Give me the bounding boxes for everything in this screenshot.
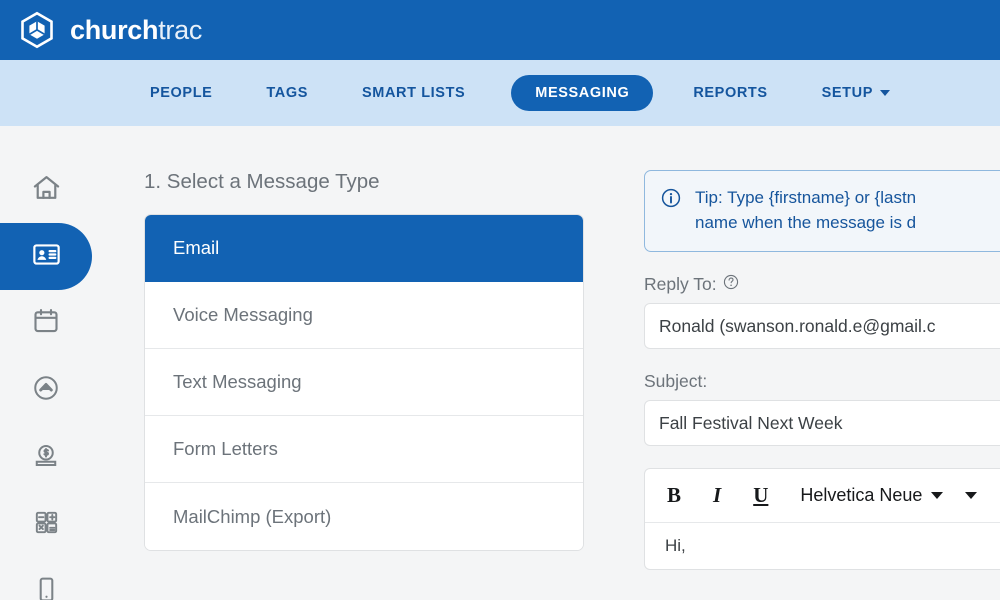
nav-label: SETUP	[821, 85, 873, 101]
nav-item-people[interactable]: PEOPLE	[150, 85, 212, 101]
font-family-dropdown[interactable]: Helvetica Neue	[800, 485, 944, 506]
subject-input[interactable]: Fall Festival Next Week	[644, 400, 1000, 447]
mobile-device-icon	[32, 575, 61, 600]
list-item-text-messaging[interactable]: Text Messaging	[145, 349, 583, 416]
brand-name-bold: church	[70, 14, 159, 45]
list-item-label: Voice Messaging	[173, 304, 313, 325]
sidebar-item-home[interactable]	[0, 156, 92, 223]
italic-button[interactable]: I	[713, 483, 721, 508]
sidebar-item-giving[interactable]	[0, 424, 92, 491]
sidebar-item-accounting[interactable]	[0, 491, 92, 558]
nav-label: PEOPLE	[150, 85, 213, 101]
list-item-mailchimp-export[interactable]: MailChimp (Export)	[145, 483, 583, 550]
more-options-chevron-down-icon[interactable]	[965, 492, 978, 500]
nav-label: SMART LISTS	[362, 85, 466, 101]
giving-dollar-icon	[31, 440, 61, 475]
editor-body[interactable]: Hi,	[645, 523, 1000, 569]
icon-sidebar	[0, 126, 92, 600]
subject-value: Fall Festival Next Week	[659, 412, 843, 433]
question-circle-icon[interactable]	[723, 274, 739, 295]
home-icon	[31, 172, 62, 208]
nav-item-tags[interactable]: TAGS	[266, 85, 308, 101]
reply-to-label: Reply To:	[644, 274, 1000, 295]
bold-button[interactable]: B	[667, 483, 681, 508]
message-type-list: Email Voice Messaging Text Messaging For…	[144, 214, 584, 551]
list-item-email[interactable]: Email	[145, 215, 583, 282]
calculator-icon	[32, 508, 61, 542]
list-item-label: Text Messaging	[173, 371, 302, 392]
calendar-icon	[31, 306, 61, 341]
brand-header: churchtrac	[0, 0, 1000, 60]
list-item-voice-messaging[interactable]: Voice Messaging	[145, 282, 583, 349]
chevron-down-icon	[931, 492, 944, 500]
main-content: 1. Select a Message Type Email Voice Mes…	[92, 126, 1000, 600]
reply-to-value: Ronald (swanson.ronald.e@gmail.c	[659, 315, 936, 336]
list-item-label: Form Letters	[173, 438, 278, 459]
tip-text: Tip: Type {firstname} or {lastn name whe…	[695, 188, 917, 232]
nav-label: MESSAGING	[535, 85, 630, 101]
compose-column: Tip: Type {firstname} or {lastn name whe…	[644, 170, 1000, 571]
reply-to-input[interactable]: Ronald (swanson.ronald.e@gmail.c	[644, 303, 1000, 350]
tip-callout: Tip: Type {firstname} or {lastn name whe…	[644, 170, 1000, 253]
nav-item-messaging[interactable]: MESSAGING	[511, 75, 654, 111]
info-circle-icon	[661, 188, 681, 213]
font-family-value: Helvetica Neue	[800, 485, 923, 506]
brand-name-light: trac	[158, 14, 203, 45]
sidebar-item-mobile[interactable]	[0, 558, 92, 600]
nav-item-reports[interactable]: REPORTS	[693, 85, 767, 101]
underline-button[interactable]: U	[753, 483, 768, 508]
id-card-icon	[31, 239, 62, 275]
brand-wordmark: churchtrac	[70, 14, 203, 45]
subject-label: Subject:	[644, 371, 1000, 392]
nav-item-smart-lists[interactable]: SMART LISTS	[362, 85, 465, 101]
rich-text-editor: B I U Helvetica Neue Hi,	[644, 468, 1000, 571]
list-item-form-letters[interactable]: Form Letters	[145, 416, 583, 483]
primary-nav: PEOPLE TAGS SMART LISTS MESSAGING REPORT…	[0, 60, 1000, 126]
nav-item-setup[interactable]: SETUP	[822, 85, 890, 101]
message-type-column: 1. Select a Message Type Email Voice Mes…	[144, 170, 584, 551]
hexagon-cube-logo-icon	[18, 11, 56, 49]
nav-label: REPORTS	[693, 85, 768, 101]
subject-label-text: Subject:	[644, 371, 708, 392]
reply-to-label-text: Reply To:	[644, 274, 717, 295]
sidebar-item-people[interactable]	[0, 223, 92, 290]
sidebar-item-checkin[interactable]	[0, 357, 92, 424]
list-item-label: MailChimp (Export)	[173, 505, 332, 527]
editor-toolbar: B I U Helvetica Neue	[645, 469, 1000, 524]
list-item-label: Email	[173, 237, 220, 258]
page-title: 1. Select a Message Type	[144, 170, 380, 193]
circle-up-arrow-icon	[31, 373, 61, 408]
nav-label: TAGS	[266, 85, 309, 101]
chevron-down-icon	[879, 90, 890, 96]
app-window: churchtrac PEOPLE TAGS SMART LISTS MESSA…	[0, 0, 1000, 600]
sidebar-item-calendar[interactable]	[0, 290, 92, 357]
